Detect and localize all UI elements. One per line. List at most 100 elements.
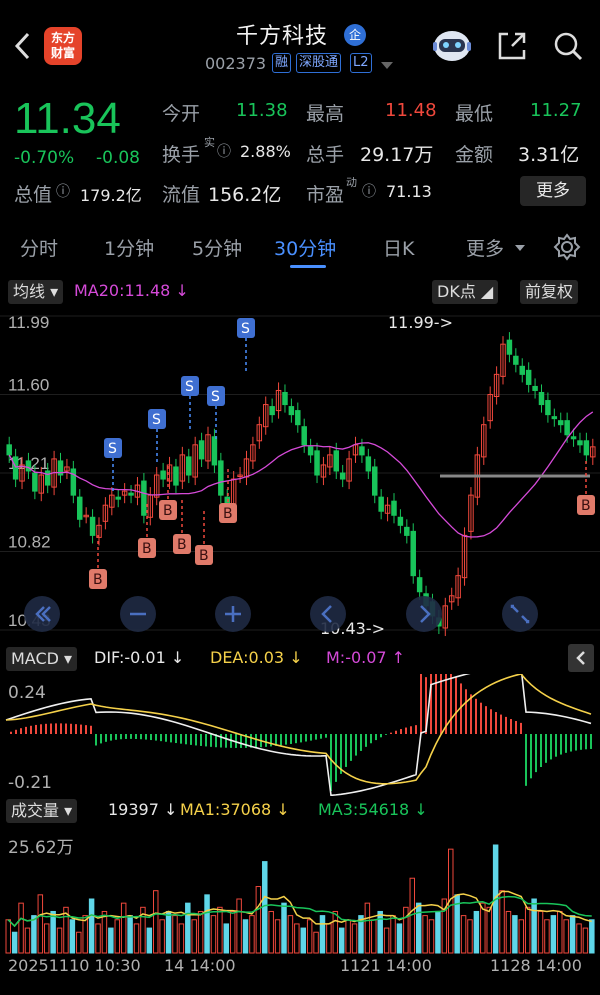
- fullscreen-icon[interactable]: [502, 596, 538, 632]
- stock-code: 002373: [205, 54, 267, 73]
- tab-daily[interactable]: 日K: [383, 234, 414, 261]
- zoom-out-icon[interactable]: [120, 596, 156, 632]
- y-tick-label: -0.21: [8, 773, 52, 793]
- candle: [173, 466, 179, 486]
- volume-bar: [172, 915, 178, 954]
- volume-bar: [364, 902, 371, 954]
- dk-point-button[interactable]: DK点 ◢: [432, 280, 499, 304]
- collapse-panel-button[interactable]: [568, 644, 594, 672]
- rewind-icon[interactable]: [24, 596, 60, 632]
- macd-select[interactable]: MACD ▾: [6, 647, 78, 671]
- candle: [186, 456, 192, 476]
- candle: [314, 450, 320, 476]
- volume-bar: [185, 902, 191, 954]
- volume-bar: [43, 923, 50, 954]
- volume-bar: [467, 919, 473, 954]
- volume-chart[interactable]: 25.62万 20251110 10:30 14 14:00 1121 14:00 11…: [0, 825, 600, 995]
- macd-chart[interactable]: 0.24 -0.21: [0, 674, 600, 796]
- market-cap-value: 179.2亿: [80, 186, 142, 205]
- x-tick-label: 14 14:00: [164, 956, 236, 975]
- share-icon[interactable]: [490, 24, 534, 68]
- margin-tag: 融: [272, 53, 292, 73]
- volume-bar: [415, 902, 422, 954]
- info-icon[interactable]: ⓘ: [217, 141, 231, 161]
- volume-bar: [319, 915, 326, 954]
- turnover-label: 换手: [162, 144, 201, 166]
- candlestick-chart[interactable]: 11.9911.6011.2110.8210.4311.99->10.43->S…: [0, 306, 600, 640]
- volume-bar: [371, 919, 377, 954]
- candle: [115, 496, 121, 500]
- ma1-legend: MA1:37068 ↓: [180, 800, 290, 819]
- candle: [160, 470, 166, 480]
- volume-bar: [338, 927, 345, 954]
- tab-1min[interactable]: 1分钟: [104, 234, 154, 261]
- volume-bar: [473, 910, 480, 954]
- buy-signal-text: B: [142, 541, 152, 557]
- robot-assistant-icon[interactable]: [430, 24, 474, 68]
- candle: [372, 466, 378, 496]
- tab-intraday[interactable]: 分时: [20, 234, 58, 261]
- info-icon[interactable]: ⓘ: [362, 181, 376, 201]
- volume-bar: [146, 927, 153, 954]
- volume-bar: [505, 910, 512, 954]
- volume-bar: [11, 931, 18, 954]
- float-cap-label: 流值: [162, 184, 201, 206]
- candle: [269, 406, 275, 416]
- buy-signal-text: B: [163, 503, 173, 519]
- sell-signal-text: S: [152, 412, 161, 428]
- x-tick-label: 1128 14:00: [490, 956, 582, 975]
- scroll-left-icon[interactable]: [310, 596, 346, 632]
- candle: [218, 460, 224, 496]
- candle: [307, 446, 314, 456]
- volume-value: 29.17万: [360, 144, 434, 166]
- connect-tag: 深股通: [296, 53, 342, 73]
- candle: [404, 526, 410, 536]
- zoom-in-icon[interactable]: [215, 596, 251, 632]
- last-price: 11.34: [14, 94, 121, 143]
- volume-bar: [197, 910, 204, 954]
- level2-tag: L2: [350, 53, 372, 73]
- volume-bar: [563, 919, 569, 954]
- scroll-right-icon[interactable]: [406, 596, 442, 632]
- candle: [282, 391, 288, 406]
- candle: [288, 406, 295, 416]
- adjust-select[interactable]: 前复权: [520, 280, 579, 304]
- volume-bar: [403, 906, 409, 954]
- volume-bar: [351, 923, 358, 954]
- turnover-sup: 实: [204, 136, 215, 149]
- app-logo[interactable]: 东方 财富: [44, 27, 82, 65]
- high-annotation: 11.99->: [388, 313, 453, 332]
- volume-bar: [56, 927, 63, 954]
- volume-select[interactable]: 成交量 ▾: [6, 799, 78, 823]
- high-value: 11.48: [385, 100, 437, 121]
- ma20-legend: MA20:11.48 ↓: [74, 281, 189, 300]
- tab-30min[interactable]: 30分钟: [274, 234, 336, 261]
- search-icon[interactable]: [546, 24, 590, 68]
- indicator-select[interactable]: 均线 ▾: [8, 280, 64, 304]
- volume-bar: [428, 919, 435, 954]
- more-quote-button[interactable]: 更多: [520, 176, 586, 206]
- m-legend: M:-0.07 ↑: [326, 648, 406, 667]
- caret-down-icon[interactable]: [380, 60, 394, 70]
- sell-signal-text: S: [108, 441, 117, 457]
- candle: [32, 472, 38, 492]
- tab-more[interactable]: 更多: [466, 234, 504, 261]
- volume-bar: [268, 910, 274, 954]
- candle: [564, 420, 570, 436]
- candle: [365, 456, 372, 472]
- nav-button-bg: [502, 596, 538, 632]
- settings-icon[interactable]: [552, 232, 582, 262]
- tab-5min[interactable]: 5分钟: [192, 234, 242, 261]
- volume-bar: [537, 910, 544, 954]
- back-arrow-icon[interactable]: [8, 26, 38, 66]
- candle: [211, 436, 218, 466]
- candle: [301, 426, 307, 446]
- candle: [70, 468, 77, 496]
- volume-bar: [191, 919, 197, 954]
- volume-bar: [217, 906, 223, 954]
- turnover-value: 2.88%: [240, 142, 291, 161]
- y-tick-label: 10.82: [8, 533, 51, 552]
- volume-bar: [589, 919, 595, 954]
- info-icon[interactable]: ⓘ: [56, 181, 70, 201]
- volume-bar: [582, 927, 589, 954]
